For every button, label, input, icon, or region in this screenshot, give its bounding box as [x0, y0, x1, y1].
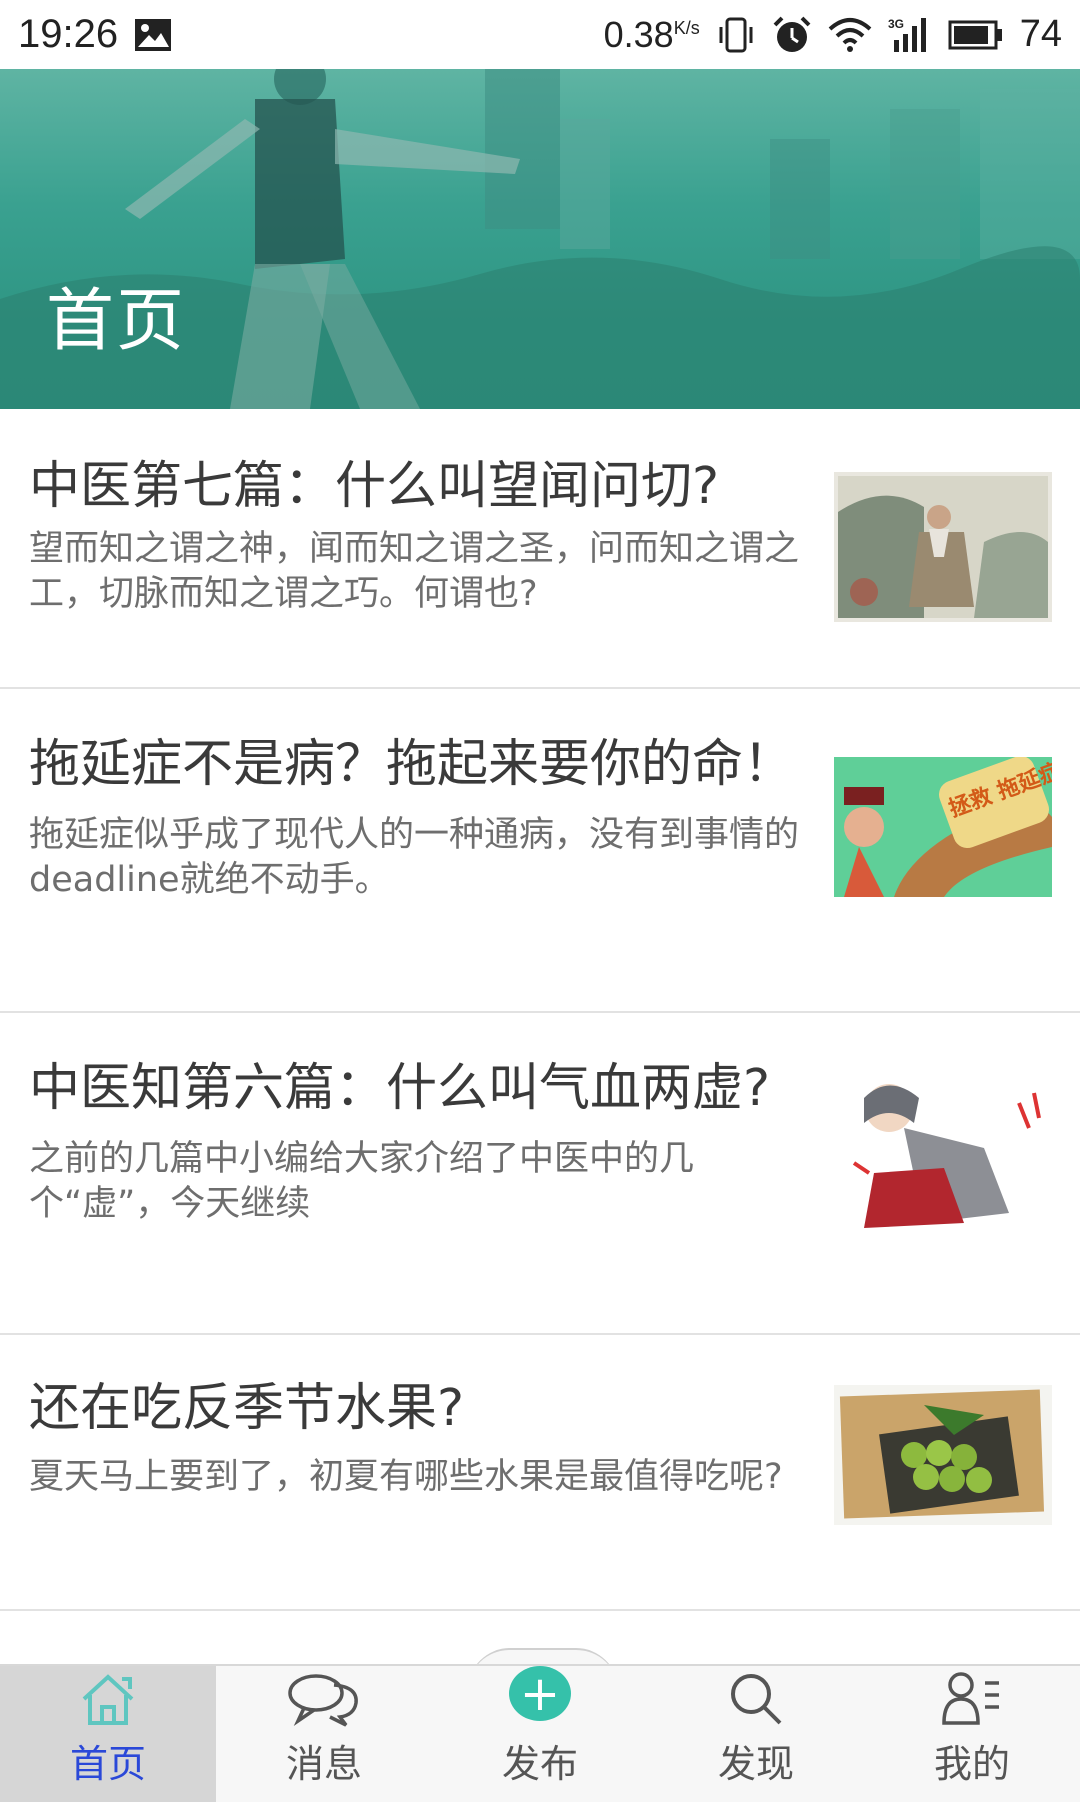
nav-messages[interactable]: 消息 [216, 1666, 432, 1802]
article-summary: 夏天马上要到了，初夏有哪些水果是最值得吃呢? [29, 1457, 783, 1497]
article-thumbnail-green-fruit-image [834, 1385, 1052, 1525]
article-thumbnail-ancient-sage-image [834, 472, 1052, 622]
net-speed: 0.38K/s [604, 14, 700, 56]
article-text: 中医知第六篇：什么叫气血两虚? 之前的几篇中小编给大家介绍了中医中的几个“虚”，… [29, 1059, 819, 1227]
article-item[interactable]: 中医第七篇：什么叫望闻问切? 望而知之谓之神，闻而知之谓之圣，问而知之谓之工，切… [0, 409, 1080, 689]
nav-messages-label: 消息 [285, 1742, 362, 1786]
home-icon [78, 1671, 138, 1727]
page-title: 首页 [46, 282, 187, 361]
vibrate-icon [716, 15, 756, 55]
signal-3g-icon: 3G [888, 16, 932, 54]
net-speed-value: 0.38 [603, 13, 674, 55]
nav-discover-label: 发现 [717, 1742, 794, 1786]
article-summary: 之前的几篇中小编给大家介绍了中医中的几个“虚”，今天继续 [29, 1139, 695, 1224]
plus-icon: + [509, 1666, 571, 1721]
nav-profile[interactable]: 我的 [864, 1666, 1080, 1802]
nav-publish[interactable]: + 发布 [432, 1666, 648, 1802]
article-item[interactable]: 中医知第六篇：什么叫气血两虚? 之前的几篇中小编给大家介绍了中医中的几个“虚”，… [0, 1013, 1080, 1335]
article-item[interactable]: 还在吃反季节水果? 夏天马上要到了，初夏有哪些水果是最值得吃呢? [0, 1335, 1080, 1611]
chat-icon [286, 1671, 362, 1727]
profile-icon [941, 1669, 1003, 1727]
article-item[interactable]: 拖延症不是病？拖起来要你的命！ 拖延症似乎成了现代人的一种通病，没有到事情的de… [0, 689, 1080, 1013]
header-banner: 首页 [0, 69, 1080, 409]
article-text: 中医第七篇：什么叫望闻问切? 望而知之谓之神，闻而知之谓之圣，问而知之谓之工，切… [29, 457, 819, 617]
nav-profile-label: 我的 [933, 1742, 1010, 1786]
article-text: 拖延症不是病？拖起来要你的命！ 拖延症似乎成了现代人的一种通病，没有到事情的de… [29, 735, 819, 903]
status-time: 19:26 [18, 12, 119, 56]
battery-icon [948, 19, 1004, 51]
article-thumbnail-procrastination-image: 拯救 拖延症 [834, 757, 1052, 897]
battery-level: 74 [1019, 13, 1062, 55]
article-title: 中医第七篇：什么叫望闻问切? [29, 457, 720, 516]
article-list: 中医第七篇：什么叫望闻问切? 望而知之谓之神，闻而知之谓之圣，问而知之谓之工，切… [0, 409, 1080, 1611]
nav-discover[interactable]: 发现 [648, 1666, 864, 1802]
status-bar: 19:26 0.38K/s 3G 74 [0, 0, 1080, 69]
nav-home[interactable]: 首页 [0, 1666, 216, 1802]
article-title: 还在吃反季节水果? [29, 1379, 465, 1438]
article-summary: 望而知之谓之神，闻而知之谓之圣，问而知之谓之工，切脉而知之谓之巧。何谓也? [29, 529, 800, 614]
nav-home-label: 首页 [69, 1742, 146, 1786]
net-speed-unit: K/s [673, 17, 700, 38]
article-title: 中医知第六篇：什么叫气血两虚? [29, 1059, 771, 1118]
wifi-icon [828, 17, 872, 53]
nav-publish-label: 发布 [501, 1742, 578, 1786]
image-notification-icon [134, 18, 172, 52]
article-text: 还在吃反季节水果? 夏天马上要到了，初夏有哪些水果是最值得吃呢? [29, 1379, 819, 1500]
bottom-navigation: 首页 消息 + 发布 发现 我的 [0, 1664, 1080, 1802]
article-title: 拖延症不是病？拖起来要你的命！ [29, 735, 795, 794]
article-thumbnail-tired-woman-image [834, 1073, 1052, 1233]
alarm-icon [772, 15, 812, 55]
article-summary: 拖延症似乎成了现代人的一种通病，没有到事情的deadline就绝不动手。 [29, 815, 800, 900]
search-icon [726, 1669, 786, 1727]
svg-text:3G: 3G [888, 17, 904, 31]
